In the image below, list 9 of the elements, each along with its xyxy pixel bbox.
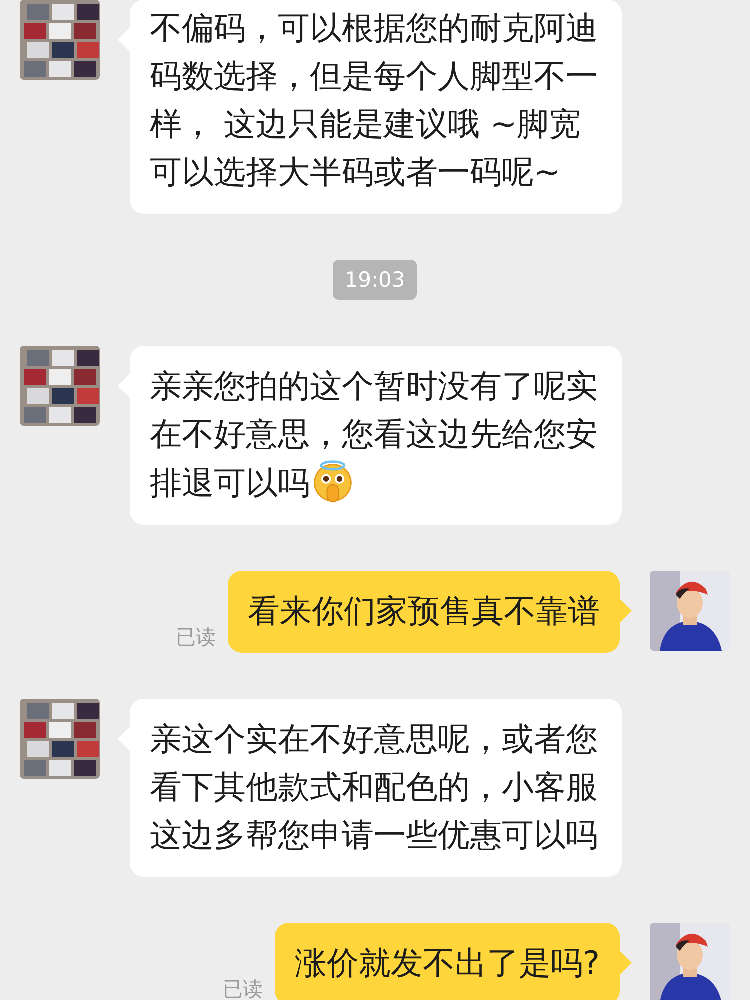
message-text: 涨价就发不出了是吗?: [295, 944, 600, 982]
message-text: 亲这个实在不好意思呢，或者您看下其他款式和配色的，小客服这边多帮您申请一些优惠可以吗: [150, 720, 598, 854]
read-status: 已读: [223, 976, 264, 1000]
read-status: 已读: [176, 624, 216, 651]
timestamp: 19:03: [332, 260, 418, 300]
message-text: 不偏码，可以根据您的耐克阿迪码数选择，但是每个人脚型不一样， 这边只能是建议哦 ~脚宽可以选择大半码或者一码呢~: [150, 9, 598, 191]
message-text: 亲亲您拍的这个暂时没有了呢实在不好意思，您看这边先给您安: [150, 367, 598, 453]
message-text: 看来你们家预售真不靠谱: [248, 592, 600, 630]
message-text: 排退可以吗: [150, 464, 310, 502]
